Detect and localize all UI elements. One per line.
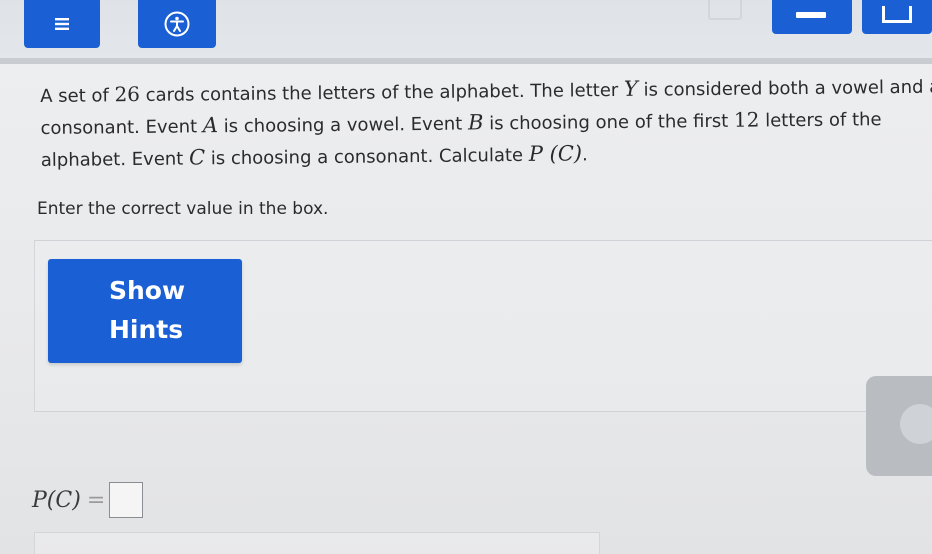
answer-label: P(C) xyxy=(32,487,81,513)
instruction-text: Enter the correct value in the box. xyxy=(37,199,329,219)
text-segment: is choosing a vowel. Event xyxy=(217,113,469,138)
math-b: B xyxy=(467,110,484,135)
side-panel-tab[interactable] xyxy=(866,376,932,476)
text-segment: A set of xyxy=(40,85,115,107)
window-button[interactable] xyxy=(862,0,932,34)
number-12: 12 xyxy=(733,107,760,132)
math-a: A xyxy=(202,113,219,138)
text-segment: alphabet. Event xyxy=(40,148,190,171)
text-segment: letters of the xyxy=(759,109,882,132)
toolbar-divider xyxy=(0,58,932,64)
question-text: A set of 26 cards contains the letters o… xyxy=(40,71,932,176)
text-segment: . xyxy=(581,144,588,166)
accessibility-button[interactable] xyxy=(138,0,216,48)
footer-panel xyxy=(34,532,600,554)
show-hints-label-2: Hints xyxy=(109,315,184,344)
text-segment: cards contains the letters of the alphab… xyxy=(139,79,625,106)
hamburger-icon xyxy=(55,18,69,30)
calculator-icon[interactable] xyxy=(708,0,742,20)
show-hints-label-1: Show xyxy=(109,276,186,305)
answer-input[interactable] xyxy=(109,482,144,518)
minimize-button[interactable] xyxy=(772,0,852,34)
text-segment: consonant. Event xyxy=(40,116,203,139)
show-hints-button[interactable]: Show Hints xyxy=(48,259,242,363)
math-y: Y xyxy=(623,76,638,101)
math-c: C xyxy=(188,145,206,170)
equals-sign: = xyxy=(86,487,106,513)
answer-row: P(C) = xyxy=(32,482,144,518)
text-segment: is choosing a consonant. Calculate xyxy=(204,144,529,170)
page: A set of 26 cards contains the letters o… xyxy=(0,0,932,554)
menu-button[interactable] xyxy=(24,0,100,48)
accessibility-icon xyxy=(164,11,190,37)
text-segment: is considered both a vowel and a xyxy=(637,76,932,101)
text-segment: is choosing one of the first xyxy=(483,110,735,135)
math-p-of-c: P (C) xyxy=(528,141,583,166)
number-26: 26 xyxy=(114,81,141,107)
